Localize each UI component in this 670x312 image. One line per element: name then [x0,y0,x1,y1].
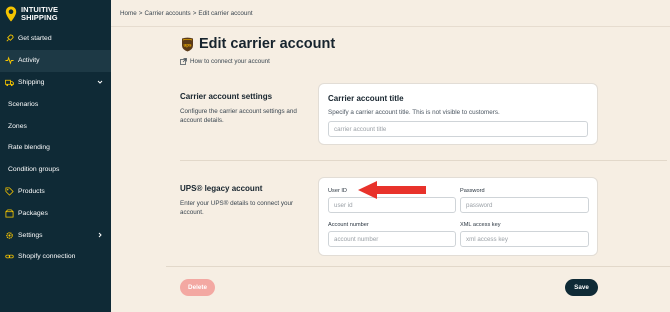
ups-section-description: Enter your UPS® details to connect your … [180,200,294,216]
carrier-title-card-title: Carrier account title [328,94,404,103]
ups-section-title: UPS® legacy account [180,184,263,193]
settings-section-info: Carrier account settings Configure the c… [180,92,315,125]
pulse-icon [5,56,14,65]
svg-text:ups: ups [183,42,191,47]
page-title: Edit carrier account [199,36,336,52]
account-number-input[interactable] [328,231,456,247]
truck-icon [5,79,14,87]
location-pin-icon [5,6,17,21]
sidebar-item-zones[interactable]: Zones [0,115,111,137]
sidebar-item-get-started[interactable]: Get started [0,28,111,50]
footer-divider [166,266,670,267]
brand-logo[interactable]: INTUITIVE SHIPPING [0,0,111,27]
sidebar-item-label: Get started [18,35,52,43]
section-divider [180,160,667,161]
gear-icon [6,231,13,239]
external-link-icon [180,58,187,65]
chevron-right-icon [98,232,102,238]
sidebar-item-condition-groups[interactable]: Condition groups [0,159,111,181]
sidebar-item-label: Zones [8,122,27,130]
settings-section-title: Carrier account settings [180,92,273,101]
sidebar-item-scenarios[interactable]: Scenarios [0,93,111,115]
sidebar-item-label: Condition groups [8,166,60,174]
sidebar-item-products[interactable]: Products [0,181,111,203]
ups-section-info: UPS® legacy account Enter your UPS® deta… [180,184,315,217]
xml-access-key-label: XML access key [460,222,501,228]
sidebar-item-label: Packages [18,209,48,217]
breadcrumb-home[interactable]: Home [120,10,137,17]
sidebar-item-activity[interactable]: Activity [0,49,111,72]
password-label: Password [460,188,485,194]
breadcrumb-separator: > [192,9,197,17]
sidebar-item-label: Scenarios [8,100,39,108]
settings-section-description: Configure the carrier account settings a… [180,108,297,124]
tag-icon [5,187,14,196]
sidebar-item-label: Settings [18,231,43,239]
sidebar-item-shopify-connection[interactable]: Shopify connection [0,246,111,268]
box-icon [5,209,14,218]
save-button[interactable]: Save [565,279,598,296]
sidebar-item-rate-blending[interactable]: Rate blending [0,137,111,159]
sidebar-item-settings[interactable]: Settings [0,224,111,246]
link-icon [5,255,14,259]
sidebar-item-label: Rate blending [8,144,50,152]
page-header: ups Edit carrier account [181,36,335,52]
chevron-down-icon [97,81,103,85]
carrier-title-card: Carrier account title Specify a carrier … [318,83,598,145]
sidebar: INTUITIVE SHIPPING Get started Activity … [0,0,111,312]
brand-name: INTUITIVE SHIPPING [21,4,59,22]
breadcrumb-separator: > [138,9,143,17]
breadcrumb-carrier-accounts[interactable]: Carrier accounts [144,10,190,17]
carrier-account-title-input[interactable] [328,121,588,137]
sidebar-item-label: Shopify connection [18,253,76,261]
sidebar-item-shipping[interactable]: Shipping [0,72,111,94]
breadcrumb: Home > Carrier accounts > Edit carrier a… [111,0,670,27]
carrier-title-card-subtitle: Specify a carrier account title. This is… [328,109,500,116]
password-input[interactable] [460,197,589,213]
main-content: Home > Carrier accounts > Edit carrier a… [111,0,670,312]
sidebar-nav: Get started Activity Shipping Scenarios … [0,28,111,268]
help-link[interactable]: How to connect your account [180,58,270,65]
user-id-label: User ID [328,188,347,194]
rocket-icon [6,34,14,42]
sidebar-item-label: Activity [18,57,40,65]
annotation-arrow-icon [358,181,426,199]
sidebar-item-label: Products [18,187,45,195]
breadcrumb-current: Edit carrier account [198,9,253,17]
xml-access-key-input[interactable] [460,231,589,247]
help-link-label: How to connect your account [190,58,270,65]
ups-logo-icon: ups [182,37,193,51]
delete-button[interactable]: Delete [180,279,215,296]
account-number-label: Account number [328,222,369,228]
sidebar-item-label: Shipping [18,78,45,86]
sidebar-item-packages[interactable]: Packages [0,202,111,224]
